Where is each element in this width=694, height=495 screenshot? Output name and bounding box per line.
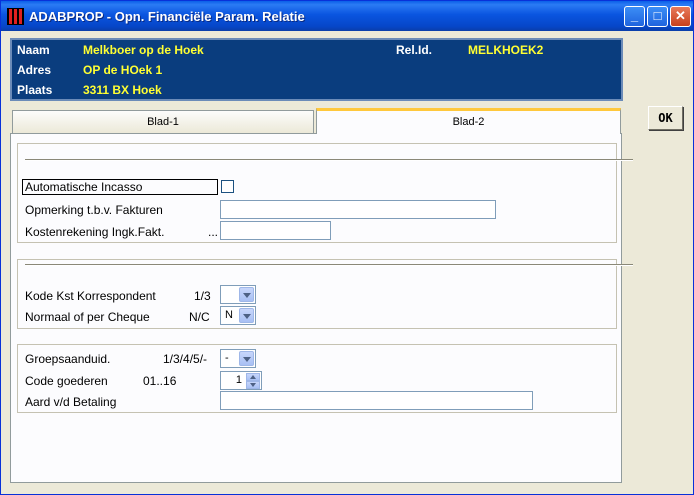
normaal-value: N [225,309,233,321]
kostenrek-lookup-hint[interactable]: ... [208,225,218,239]
window-title: ADABPROP - Opn. Financiële Param. Relati… [29,9,305,24]
group-divider [25,264,633,266]
maximize-button[interactable]: □ [647,6,668,27]
close-button[interactable]: ✕ [670,6,691,27]
groeps-value: - [225,352,229,364]
kode-kst-hint: 1/3 [194,289,211,303]
opmerking-label: Opmerking t.b.v. Fakturen [25,203,163,217]
relation-header: Naam Melkboer op de Hoek Adres OP de HOe… [10,38,623,101]
code-goed-label: Code goederen [25,374,108,388]
title-bar[interactable]: ADABPROP - Opn. Financiële Param. Relati… [1,1,693,31]
tab-blad-2[interactable]: Blad-2 [316,108,621,134]
aard-label: Aard v/d Betaling [25,395,117,409]
plaats-value: 3311 BX Hoek [83,83,162,97]
code-goed-hint: 01..16 [143,374,177,388]
opmerking-field[interactable] [220,200,496,219]
minimize-button[interactable]: _ [624,6,645,27]
chevron-down-icon[interactable] [239,308,254,323]
plaats-label: Plaats [17,83,53,97]
groeps-label: Groepsaanduid. [25,352,111,366]
normaal-select[interactable]: N [220,306,256,325]
naam-label: Naam [17,43,50,57]
adres-label: Adres [17,63,52,77]
auto-incasso-checkbox[interactable] [221,180,234,193]
kode-kst-select[interactable] [220,285,256,304]
spin-down-icon[interactable] [246,381,260,389]
aard-field[interactable] [220,391,533,410]
code-goed-value: 1 [235,374,242,386]
chevron-down-icon[interactable] [239,287,254,302]
app-window: ADABPROP - Opn. Financiële Param. Relati… [0,0,694,495]
chevron-down-icon[interactable] [239,351,254,366]
relid-label: Rel.Id. [396,43,433,57]
normaal-hint: N/C [189,310,210,324]
naam-value: Melkboer op de Hoek [83,43,204,57]
tab-blad-1[interactable]: Blad-1 [12,110,314,133]
groeps-hint: 1/3/4/5/- [163,352,208,366]
auto-incasso-label: Automatische Incasso [22,179,218,195]
relid-value: MELKHOEK2 [468,43,544,57]
app-icon [7,8,24,25]
tab-panel-blad-2: Automatische Incasso Opmerking t.b.v. Fa… [10,133,633,483]
adres-value: OP de HOek 1 [83,63,163,77]
group-divider [25,159,633,161]
spin-up-icon[interactable] [246,373,260,381]
kostenrek-field[interactable] [220,221,331,240]
kostenrek-label: Kostenrekening Ingk.Fakt. [25,225,165,239]
groeps-select[interactable]: - [220,349,256,368]
normaal-label: Normaal of per Cheque [25,310,150,324]
kode-kst-label: Kode Kst Korrespondent [25,289,156,303]
code-goed-stepper[interactable]: 1 [220,371,262,390]
ok-button[interactable]: OK [648,106,683,130]
